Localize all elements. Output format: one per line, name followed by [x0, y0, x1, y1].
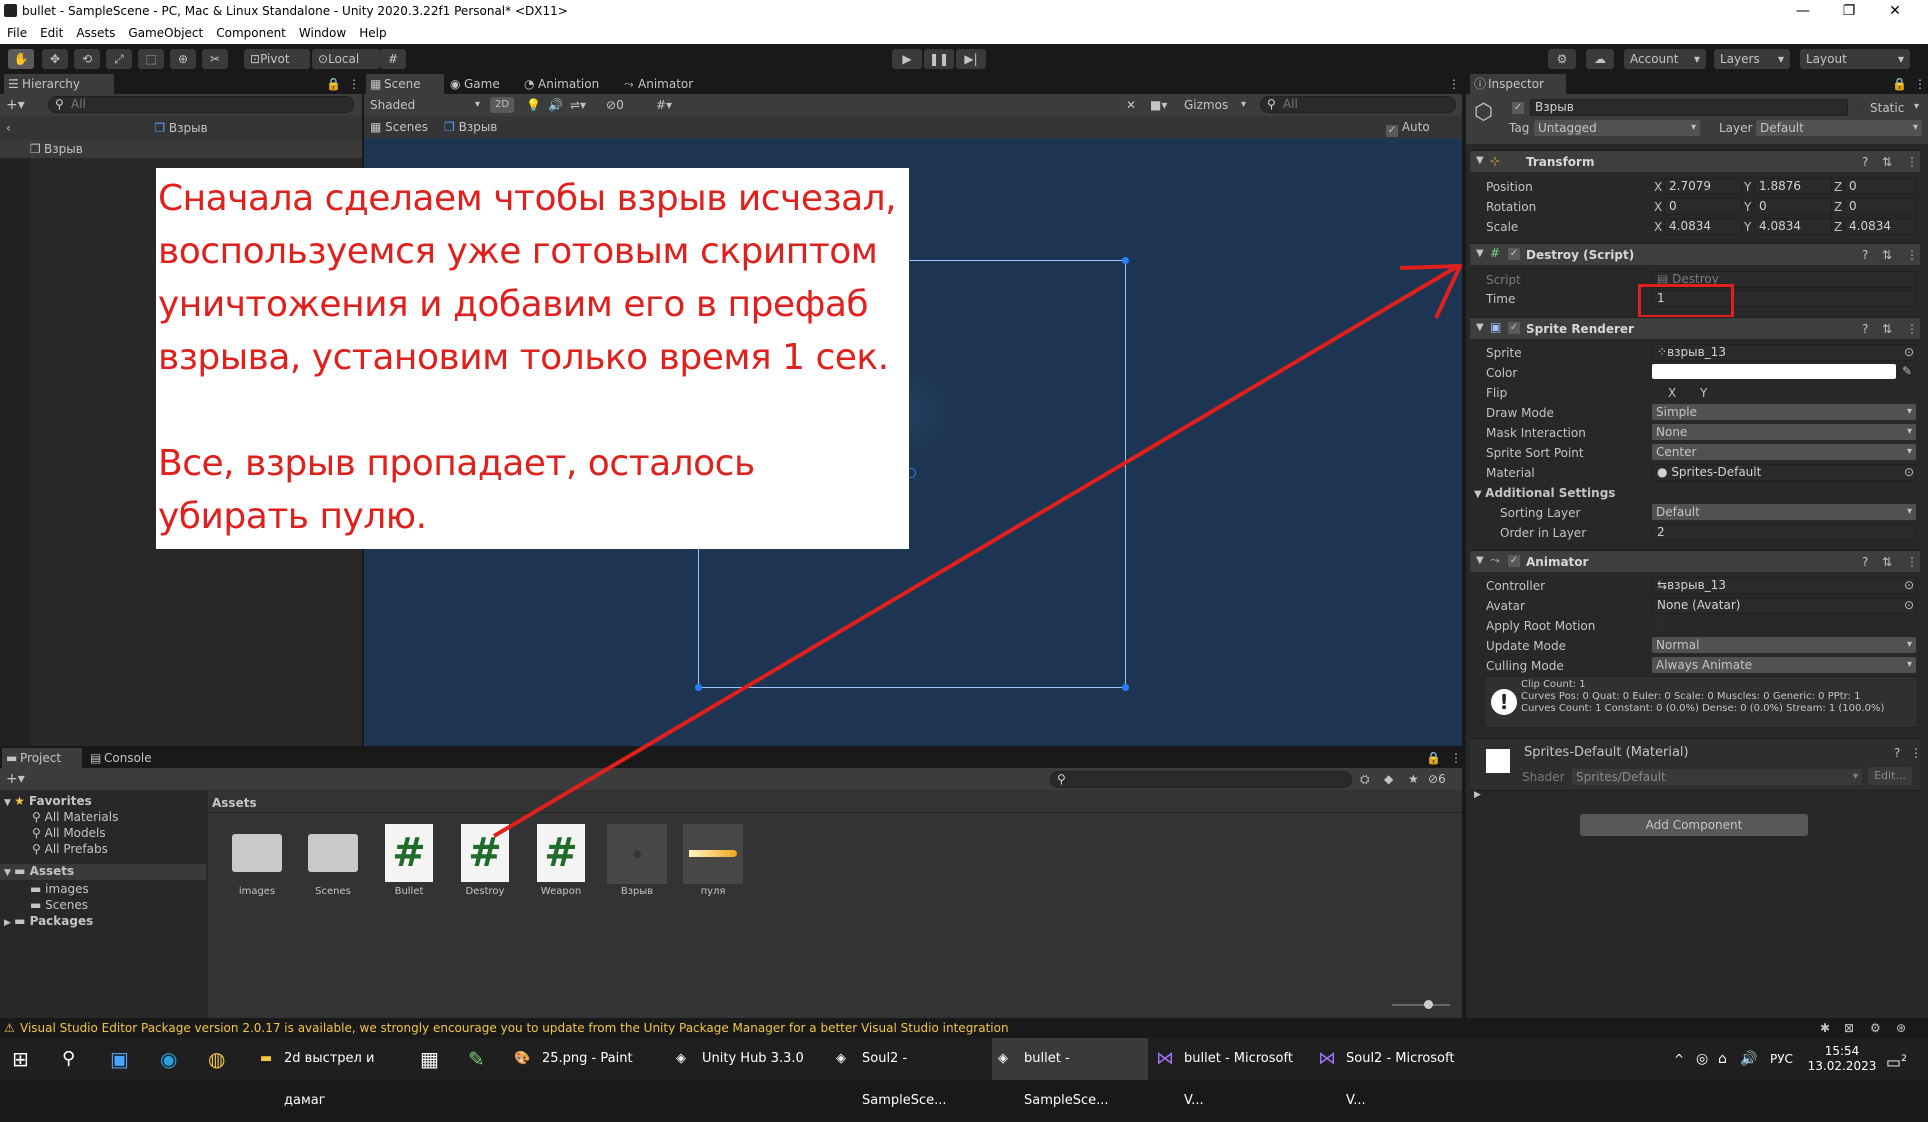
- annotation-arrow: [492, 264, 1462, 838]
